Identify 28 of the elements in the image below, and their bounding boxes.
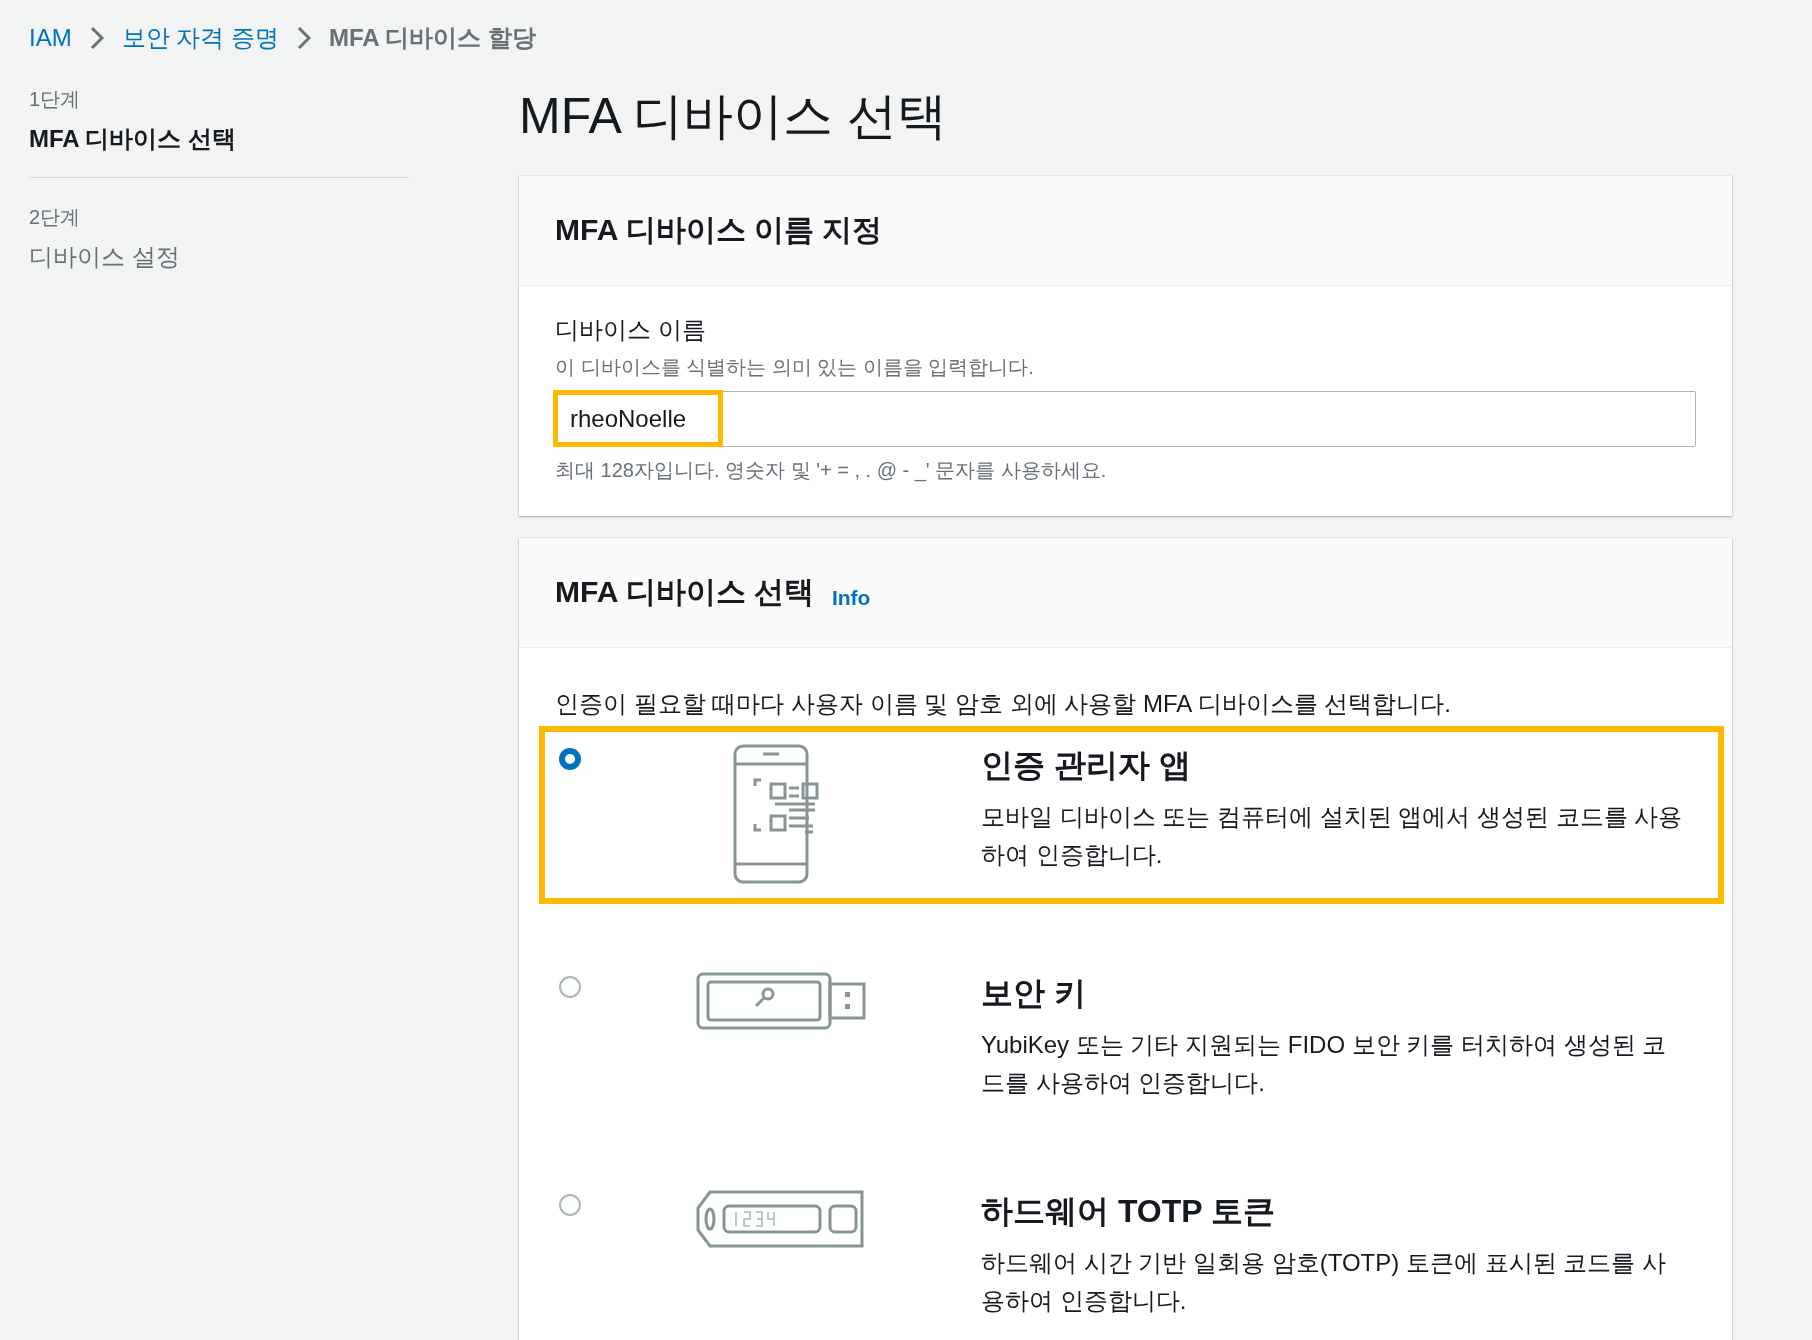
option-title: 보안 키 <box>981 974 1087 1013</box>
radio-button[interactable] <box>559 976 581 998</box>
step-number: 1단계 <box>29 87 82 112</box>
panel-title: MFA 디바이스 이름 지정 <box>555 212 883 248</box>
breadcrumb-link[interactable]: IAM <box>29 24 72 52</box>
page-title: MFA 디바이스 선택 <box>519 87 948 146</box>
usb-key-icon <box>696 972 866 1030</box>
step-title[interactable]: MFA 디바이스 선택 <box>29 123 409 155</box>
breadcrumb-current: MFA 디바이스 할당 <box>329 23 537 53</box>
step-number: 2단계 <box>29 205 82 230</box>
option-description: 하드웨어 시간 기반 일회용 암호(TOTP) 토큰에 표시된 코드를 사용하여 인증합니다. <box>981 1248 1667 1316</box>
panel-description: 인증이 필요할 때마다 사용자 이름 및 암호 외에 사용할 MFA 디바이스를 선택합니다. <box>554 689 1453 719</box>
radio-button[interactable] <box>559 748 581 770</box>
field-label: 디바이스 이름 <box>555 315 707 345</box>
radio-button[interactable] <box>559 1194 581 1216</box>
chevron-right-icon <box>297 26 311 50</box>
chevron-right-icon <box>89 26 104 50</box>
info-link[interactable]: Info <box>831 585 871 610</box>
field-constraint: 최대 128자입니다. 영숫자 및 '+ = , . @ - _' 문자를 사용하세요. <box>555 458 1108 484</box>
panel-title: MFA 디바이스 선택 <box>555 574 814 610</box>
option-title: 인증 관리자 앱 <box>981 746 1192 785</box>
option-description: 모바일 디바이스 또는 컴퓨터에 설치된 앱에서 생성된 코드를 사용하여 인증합니다. <box>981 802 1684 870</box>
breadcrumb-link[interactable]: 보안 자격 증명 <box>121 22 279 54</box>
field-description: 이 디바이스를 식별하는 의미 있는 이름을 입력합니다. <box>555 355 1035 380</box>
token-display-icon <box>696 1190 866 1248</box>
option-description: YubiKey 또는 기타 지원되는 FIDO 보안 키를 터치하여 생성된 코드를 사용하여 인증합니다. <box>981 1030 1668 1098</box>
step-title[interactable]: 디바이스 설정 <box>29 241 409 273</box>
option-title: 하드웨어 TOTP 토큰 <box>981 1192 1276 1231</box>
